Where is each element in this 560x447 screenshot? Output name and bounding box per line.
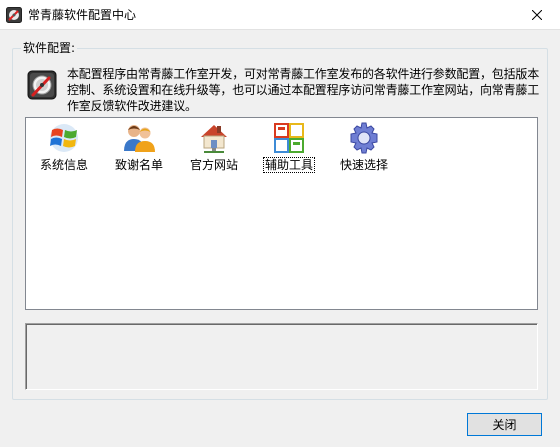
close-button-label: 关闭 — [492, 418, 517, 432]
window-close-button[interactable] — [514, 0, 560, 30]
list-item-label: 系统信息 — [39, 158, 88, 172]
title-bar[interactable]: 常青藤软件配置中心 — [0, 0, 560, 30]
gear-icon — [350, 122, 378, 154]
window-title: 常青藤软件配置中心 — [28, 8, 137, 22]
app-icon — [6, 7, 22, 23]
list-item-label: 辅助工具 — [262, 157, 316, 173]
description-text: 本配置程序由常青藤工作室开发，可对常青藤工作室发布的各软件进行参数配置，包括版本… — [67, 67, 540, 113]
close-button[interactable]: 关闭 — [467, 413, 542, 436]
software-config-group: 软件配置: 本配置程序由常青藤工作室开发，可对常青藤工作室发布的各软件进行参数配… — [12, 40, 548, 400]
tools-listview[interactable]: 系统信息 致谢名单 官方网站 辅助工具 快速选择 — [25, 117, 538, 310]
group-label: 软件配置: — [21, 40, 78, 56]
windows-flag-icon — [50, 124, 78, 152]
list-item-credits[interactable]: 致谢名单 — [105, 122, 173, 176]
list-item-utilities[interactable]: 辅助工具 — [255, 122, 323, 176]
close-icon — [532, 10, 542, 20]
status-panel — [25, 323, 538, 390]
list-item-label: 致谢名单 — [114, 158, 163, 172]
list-item-label: 快速选择 — [339, 158, 388, 172]
list-item-system-info[interactable]: 系统信息 — [30, 122, 98, 176]
home-network-icon — [201, 125, 227, 153]
users-icon — [124, 125, 155, 152]
list-item-label: 官方网站 — [189, 158, 238, 172]
tools-window-icon — [274, 123, 304, 153]
config-center-icon — [27, 70, 57, 100]
list-item-quick-select[interactable]: 快速选择 — [330, 122, 398, 176]
list-item-official-site[interactable]: 官方网站 — [180, 122, 248, 176]
